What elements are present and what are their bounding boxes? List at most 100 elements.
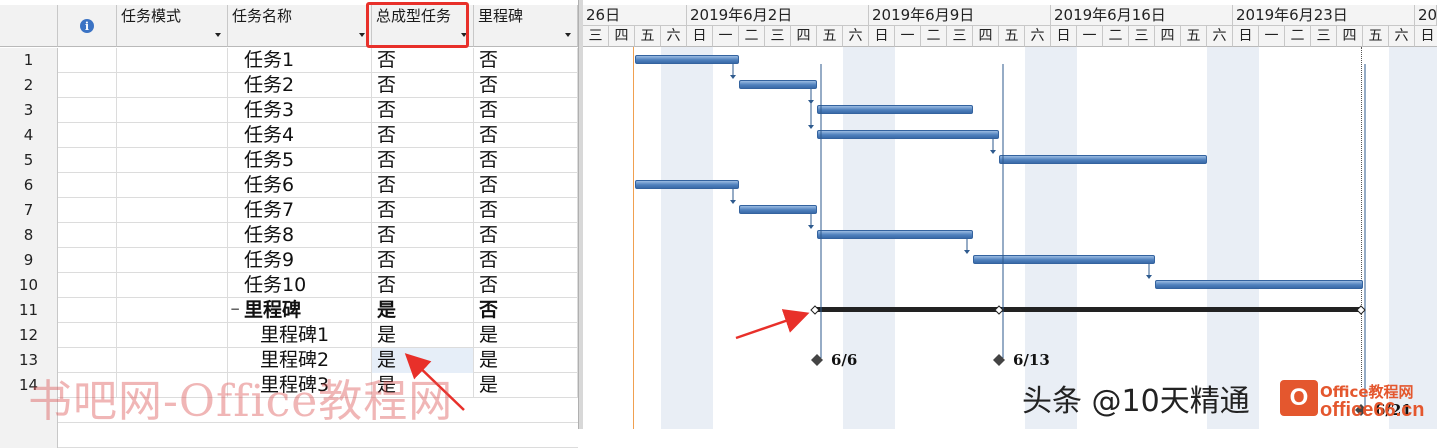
name-cell[interactable]: 任务9 <box>228 248 372 273</box>
row-number[interactable]: 6 <box>0 173 58 198</box>
summary-cell[interactable]: 否 <box>372 73 474 98</box>
name-cell[interactable]: 任务1 <box>228 48 372 73</box>
summary-cell[interactable]: 否 <box>372 98 474 123</box>
office-logo-icon: O <box>1280 380 1318 416</box>
chevron-down-icon[interactable] <box>215 33 221 37</box>
milestone-cell[interactable]: 否 <box>474 248 578 273</box>
milestone-cell[interactable]: 是 <box>474 373 578 398</box>
mode-cell[interactable] <box>117 223 228 248</box>
table-row[interactable]: 2 任务2 否否 <box>0 73 578 98</box>
milestone-cell[interactable]: 否 <box>474 173 578 198</box>
name-cell[interactable]: 任务8 <box>228 223 372 248</box>
table-row[interactable]: 12 里程碑1 是是 <box>0 323 578 348</box>
mode-cell[interactable] <box>117 173 228 198</box>
info-cell[interactable] <box>58 48 117 73</box>
milestone-cell[interactable]: 否 <box>474 123 578 148</box>
mode-column-header[interactable]: 任务模式 <box>117 5 228 47</box>
row-number[interactable]: 5 <box>0 148 58 173</box>
table-row[interactable]: 3 任务3 否否 <box>0 98 578 123</box>
collapse-toggle[interactable]: − <box>230 298 240 322</box>
name-cell[interactable]: 任务10 <box>228 273 372 298</box>
name-cell[interactable]: 任务3 <box>228 98 372 123</box>
table-row[interactable]: 4 任务4 否否 <box>0 123 578 148</box>
milestone-cell[interactable]: 否 <box>474 273 578 298</box>
row-number[interactable]: 12 <box>0 323 58 348</box>
summary-cell[interactable]: 否 <box>372 48 474 73</box>
row-number[interactable]: 4 <box>0 123 58 148</box>
task-name: 任务9 <box>244 249 295 271</box>
summary-cell[interactable]: 否 <box>372 123 474 148</box>
milestone-cell[interactable]: 否 <box>474 48 578 73</box>
mode-cell[interactable] <box>117 98 228 123</box>
task-name: 任务4 <box>244 124 295 146</box>
milestone-cell[interactable]: 否 <box>474 73 578 98</box>
info-cell[interactable] <box>58 223 117 248</box>
info-cell[interactable] <box>58 123 117 148</box>
name-cell[interactable]: − 里程碑 <box>228 298 372 323</box>
milestone-cell[interactable]: 是 <box>474 323 578 348</box>
row-number[interactable]: 7 <box>0 198 58 223</box>
mode-cell[interactable] <box>117 273 228 298</box>
mode-cell[interactable] <box>117 73 228 98</box>
summary-cell[interactable]: 否 <box>372 273 474 298</box>
chevron-down-icon[interactable] <box>565 33 571 37</box>
info-cell[interactable] <box>58 198 117 223</box>
row-number[interactable]: 9 <box>0 248 58 273</box>
link-arrowhead <box>1146 275 1152 279</box>
name-column-header[interactable]: 任务名称 <box>228 5 372 47</box>
mode-cell[interactable] <box>117 298 228 323</box>
table-row[interactable]: 8 任务8 否否 <box>0 223 578 248</box>
table-row[interactable]: 9 任务9 否否 <box>0 248 578 273</box>
row-number[interactable]: 8 <box>0 223 58 248</box>
row-number[interactable]: 3 <box>0 98 58 123</box>
name-cell[interactable]: 里程碑1 <box>228 323 372 348</box>
summary-cell[interactable]: 是 <box>372 298 474 323</box>
milestone-cell[interactable]: 否 <box>474 148 578 173</box>
milestone-cell[interactable]: 否 <box>474 223 578 248</box>
mode-cell[interactable] <box>117 198 228 223</box>
milestone-cell[interactable]: 是 <box>474 348 578 373</box>
link-arrowhead <box>808 225 814 229</box>
row-number[interactable]: 11 <box>0 298 58 323</box>
summary-cell[interactable]: 是 <box>372 323 474 348</box>
milestone-cell[interactable]: 否 <box>474 298 578 323</box>
summary-cell[interactable]: 否 <box>372 148 474 173</box>
milestone-cell[interactable]: 否 <box>474 198 578 223</box>
mode-cell[interactable] <box>117 248 228 273</box>
summary-cell[interactable]: 否 <box>372 223 474 248</box>
info-cell[interactable] <box>58 98 117 123</box>
name-cell[interactable]: 任务5 <box>228 148 372 173</box>
name-cell[interactable]: 任务7 <box>228 198 372 223</box>
summary-cell[interactable]: 否 <box>372 248 474 273</box>
table-row[interactable]: 5 任务5 否否 <box>0 148 578 173</box>
mode-cell[interactable] <box>117 148 228 173</box>
row-number[interactable]: 2 <box>0 73 58 98</box>
info-cell[interactable] <box>58 298 117 323</box>
info-cell[interactable] <box>58 73 117 98</box>
mode-cell[interactable] <box>117 123 228 148</box>
summary-cell[interactable]: 否 <box>372 198 474 223</box>
row-number[interactable]: 10 <box>0 273 58 298</box>
info-cell[interactable] <box>58 273 117 298</box>
summary-cell[interactable]: 否 <box>372 173 474 198</box>
info-cell[interactable] <box>58 173 117 198</box>
mode-cell[interactable] <box>117 48 228 73</box>
chevron-down-icon[interactable] <box>359 33 365 37</box>
row-number[interactable]: 1 <box>0 48 58 73</box>
milestone-column-header[interactable]: 里程碑 <box>474 5 578 47</box>
info-cell[interactable] <box>58 248 117 273</box>
table-row[interactable]: 7 任务7 否否 <box>0 198 578 223</box>
mode-cell[interactable] <box>117 323 228 348</box>
info-column-header[interactable]: i <box>58 5 117 47</box>
milestone-cell[interactable]: 否 <box>474 98 578 123</box>
table-row[interactable]: 1 任务1 否否 <box>0 48 578 73</box>
table-row[interactable]: 11 − 里程碑是否 <box>0 298 578 323</box>
name-cell[interactable]: 任务4 <box>228 123 372 148</box>
table-row[interactable]: 6 任务6 否否 <box>0 173 578 198</box>
name-cell[interactable]: 任务2 <box>228 73 372 98</box>
info-cell[interactable] <box>58 323 117 348</box>
name-cell[interactable]: 任务6 <box>228 173 372 198</box>
table-row[interactable]: 10 任务10 否否 <box>0 273 578 298</box>
select-all-corner[interactable] <box>0 5 58 47</box>
info-cell[interactable] <box>58 148 117 173</box>
